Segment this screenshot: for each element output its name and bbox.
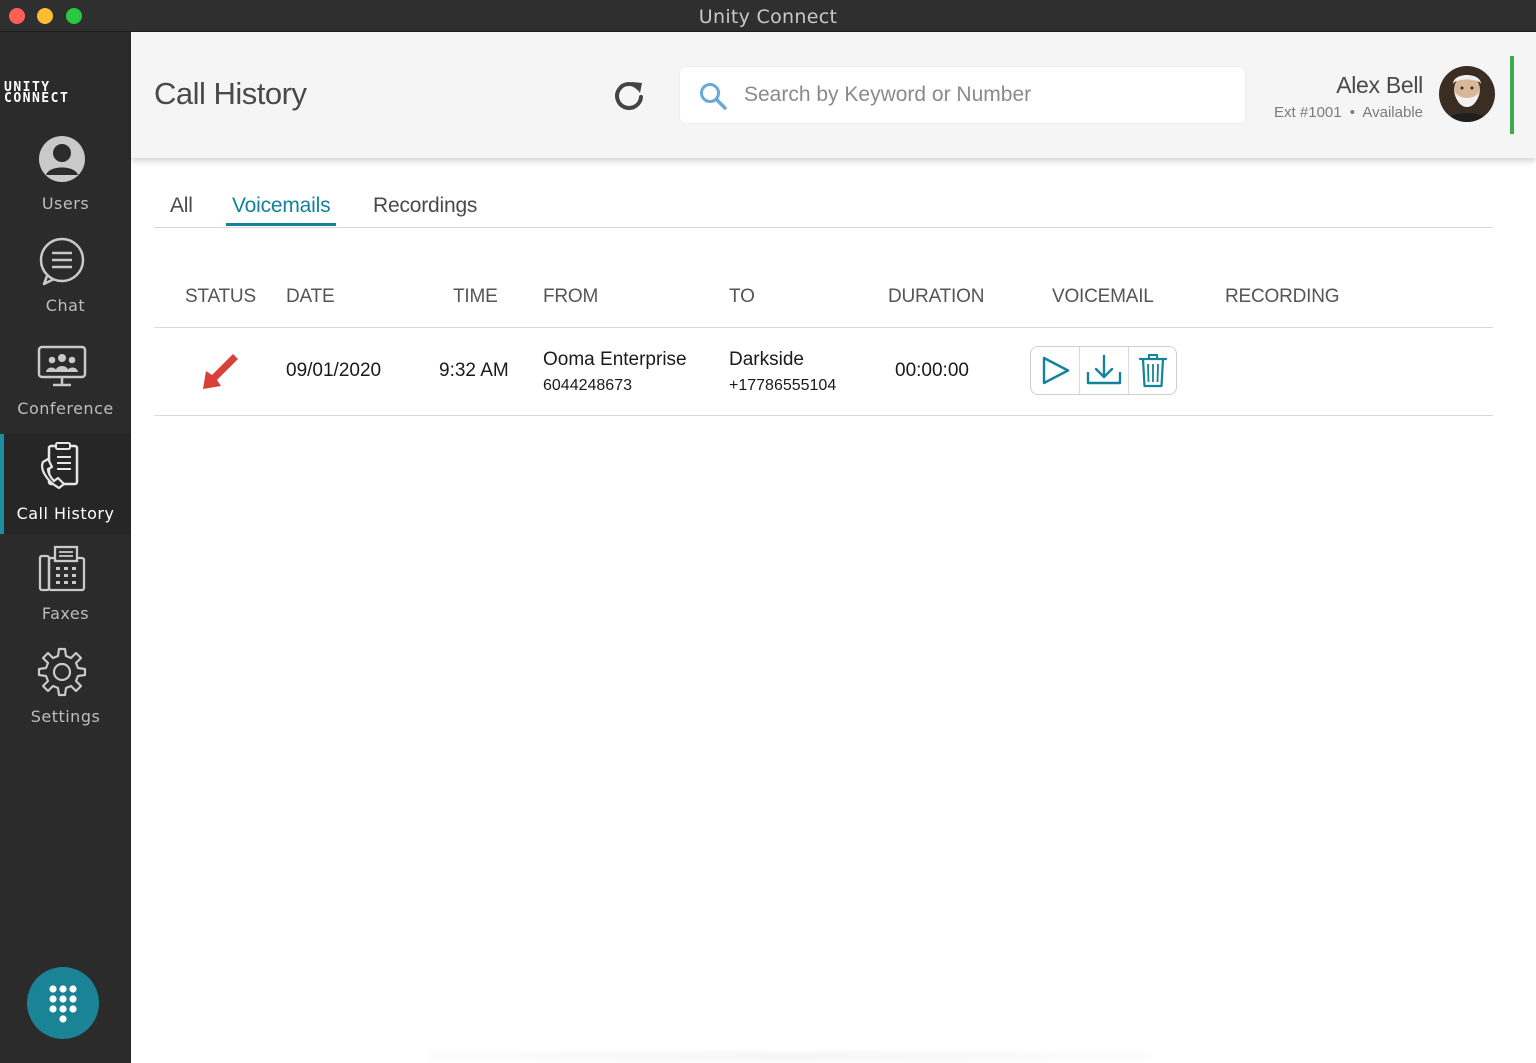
row-from-name: Ooma Enterprise bbox=[543, 349, 687, 370]
delete-voicemail-button[interactable] bbox=[1128, 347, 1176, 394]
row-to-number: +17786555104 bbox=[729, 377, 837, 394]
column-header-voicemail: VOICEMAIL bbox=[1052, 286, 1154, 307]
search-icon bbox=[700, 83, 727, 110]
column-header-from: FROM bbox=[543, 286, 599, 307]
app-window: Unity Connect UNITY CONNECT Users Chat C… bbox=[0, 0, 1536, 1063]
row-time: 9:32 AM bbox=[439, 360, 509, 381]
logo-line-2: CONNECT bbox=[4, 91, 70, 106]
avatar[interactable] bbox=[1439, 66, 1495, 122]
user-extension: Ext #1001 bbox=[1274, 104, 1342, 121]
header: Call History Alex Bell Ext #1001 • Avail… bbox=[131, 32, 1536, 158]
avatar-image bbox=[1439, 66, 1495, 122]
column-header-date: DATE bbox=[286, 286, 335, 307]
play-voicemail-button[interactable] bbox=[1031, 347, 1079, 394]
sidebar-item-settings[interactable]: Settings bbox=[0, 645, 131, 745]
sidebar-item-label: Call History bbox=[16, 504, 115, 523]
table-header-divider bbox=[154, 327, 1493, 328]
bottom-shadow bbox=[430, 1050, 1150, 1063]
tab-bar: All Voicemails Recordings bbox=[154, 190, 1493, 228]
table-row-divider bbox=[154, 415, 1493, 416]
chat-icon bbox=[39, 237, 85, 286]
presence-indicator-bar bbox=[1510, 56, 1514, 134]
download-icon bbox=[1086, 354, 1122, 385]
column-header-duration: DURATION bbox=[888, 286, 985, 307]
user-status-line: Ext #1001 • Available bbox=[1274, 104, 1423, 121]
column-header-time: TIME bbox=[453, 286, 498, 307]
tab-all[interactable]: All bbox=[170, 194, 193, 218]
dialpad-button[interactable] bbox=[27, 967, 99, 1039]
user-name: Alex Bell bbox=[1336, 72, 1423, 98]
row-from-number: 6044248673 bbox=[543, 377, 632, 394]
user-availability: Available bbox=[1362, 104, 1423, 121]
sidebar-item-call-history[interactable]: Call History bbox=[0, 434, 131, 534]
sidebar: UNITY CONNECT Users Chat Conference Call… bbox=[0, 32, 131, 1063]
call-history-icon bbox=[41, 442, 79, 490]
user-icon bbox=[39, 136, 85, 182]
row-duration: 00:00:00 bbox=[895, 360, 969, 381]
row-to-name: Darkside bbox=[729, 349, 804, 370]
gear-icon bbox=[37, 647, 87, 697]
unity-connect-logo: UNITY CONNECT bbox=[4, 81, 126, 106]
column-header-to: TO bbox=[729, 286, 755, 307]
status-separator: • bbox=[1349, 104, 1356, 121]
sidebar-item-label: Conference bbox=[17, 399, 114, 418]
page-title: Call History bbox=[154, 76, 307, 111]
sidebar-item-label: Users bbox=[41, 194, 90, 213]
search-input[interactable] bbox=[744, 77, 1224, 113]
incoming-call-arrow-icon bbox=[203, 354, 238, 389]
voicemail-actions bbox=[1030, 346, 1177, 395]
sidebar-item-label: Settings bbox=[30, 707, 101, 726]
dialpad-icon bbox=[49, 985, 77, 1023]
play-icon bbox=[1042, 356, 1070, 385]
window-title: Unity Connect bbox=[698, 6, 838, 28]
refresh-icon[interactable] bbox=[611, 78, 647, 114]
sidebar-item-label: Chat bbox=[45, 296, 86, 315]
sidebar-item-users[interactable]: Users bbox=[0, 132, 131, 232]
conference-icon bbox=[37, 345, 87, 387]
sidebar-item-label: Faxes bbox=[41, 604, 90, 623]
tab-recordings[interactable]: Recordings bbox=[373, 194, 477, 218]
column-header-status: STATUS bbox=[185, 286, 256, 307]
sidebar-item-conference[interactable]: Conference bbox=[0, 337, 131, 437]
search-box[interactable] bbox=[680, 67, 1245, 123]
active-tab-indicator bbox=[226, 223, 336, 226]
sidebar-item-faxes[interactable]: Faxes bbox=[0, 542, 131, 642]
download-voicemail-button[interactable] bbox=[1079, 347, 1127, 394]
tab-voicemails[interactable]: Voicemails bbox=[232, 194, 331, 218]
sidebar-item-chat[interactable]: Chat bbox=[0, 234, 131, 334]
column-header-recording: RECORDING bbox=[1225, 286, 1340, 307]
title-bar: Unity Connect bbox=[0, 0, 1536, 32]
row-date: 09/01/2020 bbox=[286, 360, 382, 381]
trash-icon bbox=[1138, 354, 1168, 388]
fax-icon bbox=[38, 545, 86, 592]
